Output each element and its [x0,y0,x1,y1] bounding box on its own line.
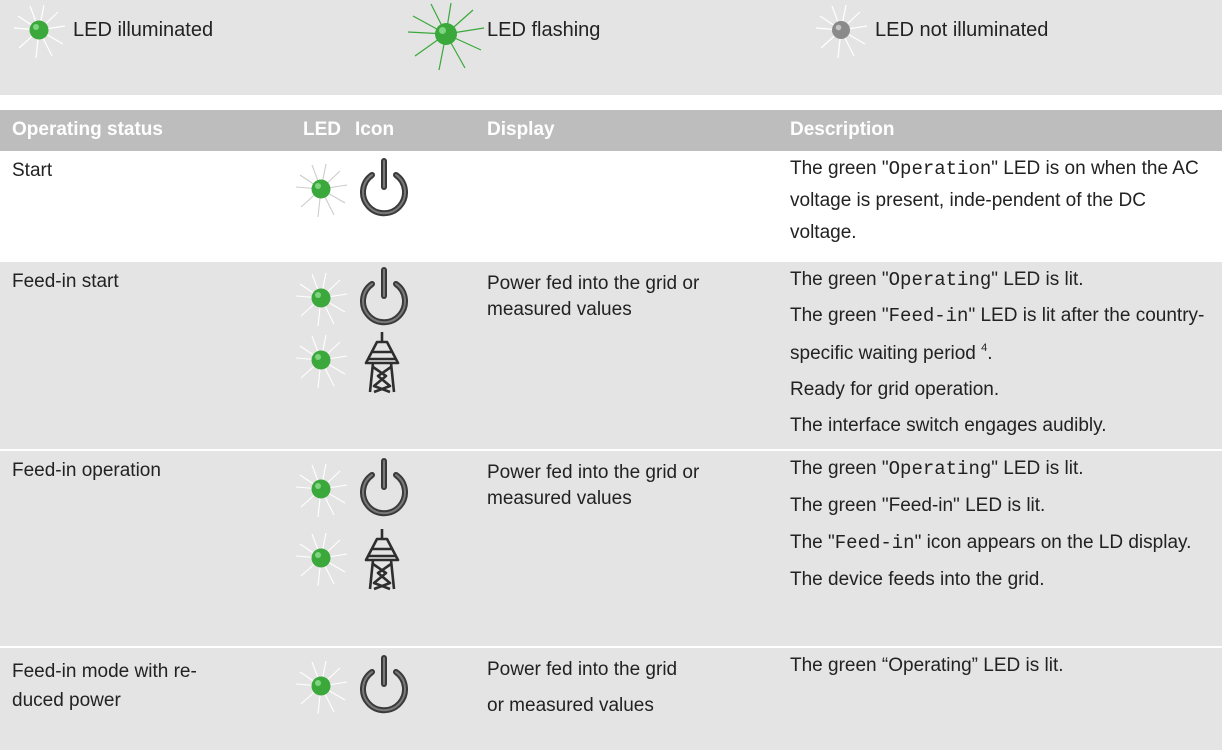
power-icon [360,158,408,217]
led-illuminated-icon [295,272,348,327]
text: " LED is lit. [991,458,1084,479]
power-icon [360,655,408,714]
display-line: or measured values [487,695,654,716]
grid-pylon-icon [364,332,400,394]
row-description: The green "Operating" LED is lit. The gr… [790,264,1215,442]
table-row: Feed-in mode with re-duced power Power f… [0,648,1222,752]
description-line: The device feeds into the grid. [790,569,1045,590]
text: " icon appears on the LD display. [914,532,1192,553]
header-led: LED [303,119,341,140]
text: " LED is lit. [991,269,1084,290]
led-illuminated-icon [13,4,66,59]
led-illuminated-icon [295,463,348,518]
text: The green " [790,305,889,326]
row-display: Power fed into the grid or measured valu… [487,657,782,719]
text: The green " [790,158,889,179]
led-name: Operating [888,458,992,480]
led-name: Operation [888,158,992,180]
legend-illuminated: LED illuminated [10,0,213,60]
row-description: The green “Operating” LED is lit. [790,650,1215,682]
text: . [987,343,993,364]
led-legend: LED illuminated LED flashing LED not ill… [0,0,1222,95]
table-row: Start The green "Operation" LED is on wh… [0,151,1222,262]
power-icon [360,267,408,326]
text: The green " [790,458,889,479]
table-header: Operating status LED Icon Display Descri… [0,110,1222,151]
led-illuminated-icon [295,163,348,218]
legend-not-illuminated-label: LED not illuminated [875,18,1049,41]
table-row: Feed-in operation Power fed into the gri… [0,451,1222,648]
description-line: The green "Operating" LED is lit. [790,453,1215,485]
legend-flashing: LED flashing [405,0,601,71]
table-row: Feed-in start Power fed into the grid or… [0,262,1222,451]
description-line: The interface switch engages audibly. [790,415,1107,436]
header-display: Display [487,119,555,140]
description-line: The green “Operating” LED is lit. [790,655,1064,676]
legend-illuminated-label: LED illuminated [73,18,214,41]
description-line: The green "Feed-in" LED is lit. [790,495,1046,516]
icon-name: Feed-in [834,532,915,554]
row-description: The green "Operation" LED is on when the… [790,153,1215,249]
led-off-icon [815,4,868,59]
row-status: Start [12,160,53,181]
row-display: Power fed into the grid or measured valu… [487,462,700,509]
text: The " [790,532,835,553]
led-name: Feed-in [888,305,969,327]
power-icon [360,458,408,517]
header-description: Description [790,119,895,140]
row-status: Feed-in mode with re-duced power [12,661,197,711]
led-flashing-icon [407,2,485,71]
description-line: Ready for grid operation. [790,379,1000,400]
description-line: The "Feed-in" icon appears on the LD dis… [790,527,1215,559]
header-icon: Icon [355,119,395,140]
display-line: Power fed into the grid [487,659,678,680]
legend-flashing-label: LED flashing [487,18,601,41]
row-status: Feed-in start [12,271,119,292]
grid-pylon-icon [364,529,400,591]
led-illuminated-icon [295,532,348,587]
led-name: Operating [888,269,992,291]
text: The green " [790,269,889,290]
description-line: The green "Feed-in" LED is lit after the… [790,300,1215,370]
row-display: Power fed into the grid or measured valu… [487,273,700,320]
operating-status-table: Operating status LED Icon Display Descri… [0,110,1222,752]
row-description: The green "Operating" LED is lit. The gr… [790,453,1215,596]
led-illuminated-icon [295,334,348,389]
description-line: The green "Operation" LED is on when the… [790,153,1215,249]
led-illuminated-icon [295,660,348,715]
header-operating-status: Operating status [12,119,163,140]
description-line: The green "Operating" LED is lit. [790,264,1215,296]
row-status: Feed-in operation [12,460,161,481]
legend-not-illuminated: LED not illuminated [812,0,1048,60]
